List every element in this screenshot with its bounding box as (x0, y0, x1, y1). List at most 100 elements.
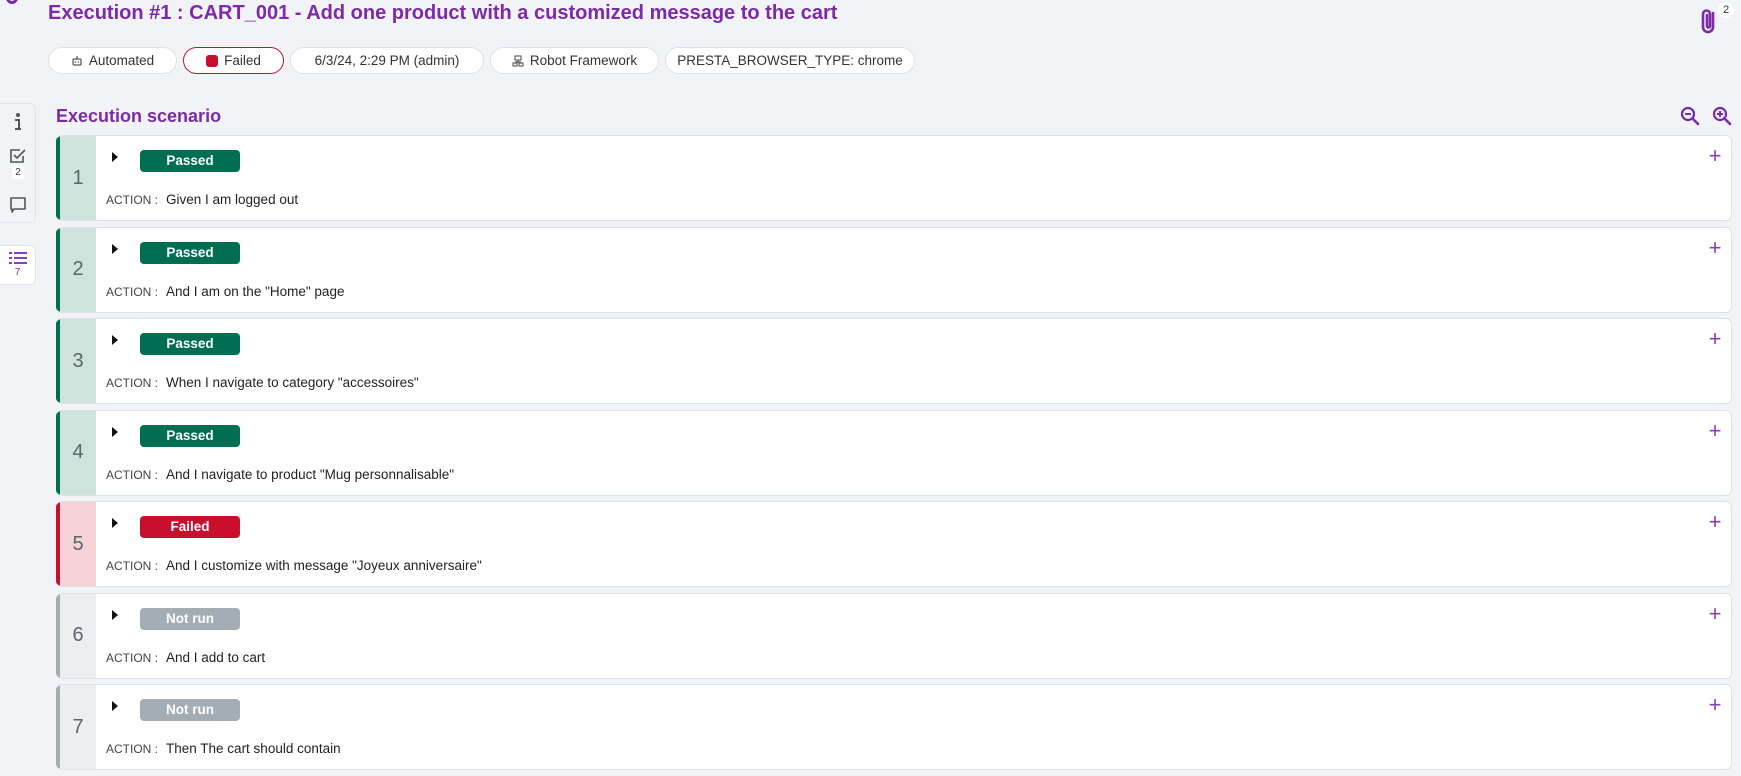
caret-right-icon (112, 518, 118, 528)
add-button[interactable]: + (1705, 143, 1725, 168)
action-label: ACTION : (106, 559, 159, 573)
action-label: ACTION : (106, 467, 159, 482)
attachments-count: 2 (1718, 2, 1734, 18)
add-button[interactable]: + (1705, 509, 1725, 534)
execution-chips: Automated Failed 6/3/24, 2:29 PM (admin)… (48, 47, 915, 74)
info-icon (15, 113, 21, 130)
add-button[interactable]: + (1705, 692, 1725, 717)
add-button[interactable]: + (1705, 234, 1725, 260)
checklist-icon (10, 149, 26, 163)
step-card: 2 Passed ACTION : And I am on the "Home" … (56, 226, 1732, 313)
sidebar-item-scenario[interactable]: 7 (0, 245, 36, 285)
chip-label: PRESTA_BROWSER_TYPE: chrome (677, 53, 903, 68)
zoom-controls (1680, 106, 1732, 126)
sidebar-badge: 7 (14, 267, 21, 278)
sidebar-panel: 2 (0, 103, 36, 223)
status-square-icon (206, 54, 219, 67)
framework-icon (512, 54, 524, 67)
action-text: Then The cart should contain (166, 741, 341, 756)
step-number: 3 (56, 319, 96, 403)
step-number: 4 (56, 410, 96, 495)
step-action: ACTION : Then The cart should contain (106, 741, 341, 756)
action-text: And I add to cart (166, 649, 266, 665)
step-number: 7 (56, 685, 96, 769)
step-number: 1 (56, 136, 96, 220)
caret-right-icon (112, 152, 118, 162)
step-action: ACTION : And I add to cart (106, 650, 265, 665)
add-button[interactable]: + (1705, 417, 1725, 443)
paperclip-icon (1701, 9, 1715, 34)
step-action: ACTION : And I am on the "Home" page (106, 284, 344, 299)
attachments-button[interactable]: 2 (1698, 2, 1734, 36)
action-label: ACTION : (106, 284, 159, 299)
action-text: And I am on the "Home" page (166, 283, 345, 299)
plus-icon: + (1708, 326, 1722, 351)
execution-steps-list: 1 Passed ACTION : Given I am logged out +… (56, 135, 1732, 776)
plus-icon: + (1708, 509, 1722, 534)
caret-right-icon (112, 609, 118, 620)
section-title: Execution scenario (56, 106, 222, 126)
action-label: ACTION : (106, 742, 159, 756)
step-card: 3 Passed ACTION : When I navigate to cate… (56, 318, 1732, 404)
step-status-badge: Passed (140, 424, 240, 447)
caret-right-icon (112, 243, 118, 254)
zoom-in-button[interactable] (1712, 106, 1732, 126)
step-number: 2 (56, 227, 96, 312)
zoom-out-button[interactable] (1680, 106, 1700, 126)
action-text: And I customize with message "Joyeux ann… (166, 558, 482, 573)
step-card: 4 Passed ACTION : And I navigate to produ… (56, 409, 1732, 496)
plus-icon: + (1708, 234, 1722, 260)
action-text: And I navigate to product "Mug personnal… (166, 466, 455, 482)
comment-icon (10, 197, 26, 213)
chip-label: Automated (88, 53, 155, 68)
chip-label: 6/3/24, 2:29 PM (admin) (314, 53, 460, 68)
caret-right-icon (112, 701, 118, 711)
expand-step-button[interactable] (108, 608, 122, 622)
caret-right-icon (112, 335, 118, 345)
chip-label: Robot Framework (529, 53, 638, 68)
step-card: 7 Not run ACTION : Then The cart should c… (56, 684, 1732, 770)
back-button[interactable] (6, 0, 18, 4)
expand-step-button[interactable] (108, 333, 122, 347)
zoom-out-icon (1680, 106, 1700, 126)
action-label: ACTION : (106, 193, 159, 207)
add-button[interactable]: + (1705, 600, 1725, 626)
numbered-list-icon (8, 252, 27, 264)
expand-step-button[interactable] (108, 699, 122, 713)
step-number: 5 (56, 502, 96, 586)
plus-icon: + (1708, 143, 1722, 168)
expand-step-button[interactable] (108, 425, 122, 439)
step-status-badge: Not run (140, 699, 240, 721)
sidebar-item-comments[interactable] (0, 196, 36, 214)
expand-step-button[interactable] (108, 150, 122, 164)
action-text: When I navigate to category "accessoires… (166, 375, 419, 390)
step-status-badge: Not run (140, 607, 240, 630)
plus-icon: + (1708, 600, 1722, 626)
chip-framework: Robot Framework (490, 47, 659, 74)
step-status-badge: Passed (140, 333, 240, 355)
page-title: Execution #1 : CART_001 - Add one produc… (48, 2, 838, 24)
action-label: ACTION : (106, 376, 159, 390)
plus-icon: + (1708, 417, 1722, 443)
step-number: 6 (56, 593, 96, 678)
expand-step-button[interactable] (108, 242, 122, 256)
sidebar-badge: 2 (12, 166, 24, 179)
sidebar-item-checklist[interactable]: 2 (0, 147, 36, 179)
chip-environment-variable: PRESTA_BROWSER_TYPE: chrome (665, 47, 915, 74)
add-button[interactable]: + (1705, 326, 1725, 351)
step-card: 6 Not run ACTION : And I add to cart + (56, 592, 1732, 679)
step-card: 1 Passed ACTION : Given I am logged out + (56, 135, 1732, 221)
sidebar-item-information[interactable] (0, 112, 36, 132)
chip-label: Failed (224, 53, 261, 68)
step-card: 5 Failed ACTION : And I customize with me… (56, 501, 1732, 587)
chip-execution-status: Failed (183, 47, 284, 74)
step-status-badge: Passed (140, 241, 240, 264)
step-action: ACTION : And I customize with message "Jo… (106, 558, 482, 573)
step-action: ACTION : When I navigate to category "acc… (106, 375, 419, 390)
plus-icon: + (1708, 692, 1722, 717)
chip-execution-date: 6/3/24, 2:29 PM (admin) (290, 47, 484, 74)
action-text: Given I am logged out (166, 192, 299, 207)
expand-step-button[interactable] (108, 516, 122, 530)
step-status-badge: Passed (140, 150, 240, 172)
step-status-badge: Failed (140, 516, 240, 538)
